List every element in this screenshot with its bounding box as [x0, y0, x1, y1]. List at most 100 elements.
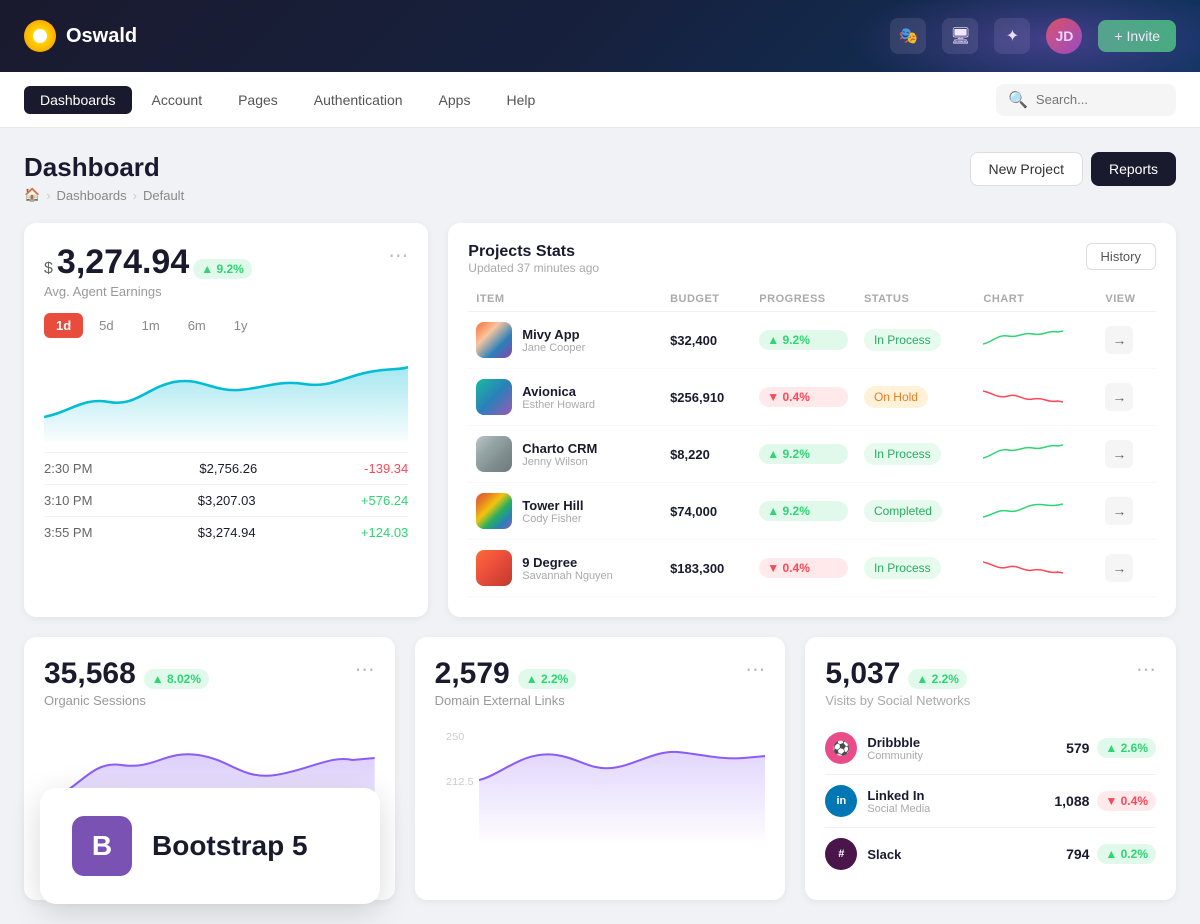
project-progress: ▼ 0.4%	[759, 558, 848, 578]
project-budget: $74,000	[670, 504, 717, 519]
earnings-more-button[interactable]: ⋯	[388, 243, 408, 268]
project-budget: $183,300	[670, 561, 724, 576]
organic-badge: ▲ 8.02%	[144, 669, 209, 689]
page-title: Dashboard	[24, 152, 184, 183]
dribbble-count: 579	[1066, 740, 1089, 756]
organic-value: 35,568	[44, 657, 136, 691]
bootstrap-text: Bootstrap 5	[152, 830, 308, 862]
table-row: Charto CRM Jenny Wilson $8,220 ▲ 9.2% In…	[468, 426, 1156, 483]
time-filter-1m[interactable]: 1m	[130, 313, 172, 338]
header-buttons: New Project Reports	[970, 152, 1177, 186]
domain-badge: ▲ 2.2%	[518, 669, 577, 689]
view-button[interactable]: →	[1105, 440, 1133, 468]
search-area[interactable]: 🔍	[996, 84, 1176, 116]
tab-authentication[interactable]: Authentication	[298, 86, 419, 114]
monitor-icon-btn[interactable]: 🖥	[942, 18, 978, 54]
view-button[interactable]: →	[1105, 326, 1133, 354]
table-row: Mivy App Jane Cooper $32,400 ▲ 9.2% In P…	[468, 312, 1156, 369]
table-row: 9 Degree Savannah Nguyen $183,300 ▼ 0.4%…	[468, 540, 1156, 597]
social-networks-card: 5,037 ▲ 2.2% Visits by Social Networks ⋯…	[805, 637, 1176, 900]
social-badge: ▲ 2.2%	[908, 669, 967, 689]
breadcrumb-default[interactable]: Default	[143, 188, 184, 203]
top-navigation: Oswald 🎭 🖥 ✦ JD + Invite	[0, 0, 1200, 72]
organic-label: Organic Sessions	[44, 693, 209, 708]
linkedin-badge: ▼ 0.4%	[1097, 791, 1156, 811]
slack-name: Slack	[867, 847, 1066, 862]
organic-more-button[interactable]: ⋯	[355, 657, 375, 682]
domain-value: 2,579	[435, 657, 510, 691]
time-filter-1d[interactable]: 1d	[44, 313, 83, 338]
earnings-amount-section: $ 3,274.94 ▲ 9.2% Avg. Agent Earnings	[44, 243, 252, 299]
domain-links-card: 2,579 ▲ 2.2% Domain External Links ⋯ 25	[415, 637, 786, 900]
domain-chart: 250 212.5	[435, 720, 766, 840]
row-change: +576.24	[361, 493, 408, 508]
project-owner: Esther Howard	[522, 399, 595, 411]
project-budget: $8,220	[670, 447, 710, 462]
time-filter-1y[interactable]: 1y	[222, 313, 260, 338]
social-label: Visits by Social Networks	[825, 693, 970, 708]
project-icon	[476, 550, 512, 586]
logo-icon	[24, 20, 56, 52]
breadcrumb-dashboards[interactable]: Dashboards	[57, 188, 127, 203]
tab-pages[interactable]: Pages	[222, 86, 294, 114]
nav-right: 🎭 🖥 ✦ JD + Invite	[890, 18, 1176, 54]
invite-button[interactable]: + Invite	[1098, 20, 1176, 52]
history-button[interactable]: History	[1086, 243, 1156, 270]
search-icon: 🔍	[1008, 90, 1028, 110]
reports-button[interactable]: Reports	[1091, 152, 1176, 186]
project-name: 9 Degree	[522, 555, 613, 570]
dribbble-icon: ⚽	[825, 732, 857, 764]
tab-apps[interactable]: Apps	[423, 86, 487, 114]
data-row: 3:10 PM $3,207.03 +576.24	[44, 484, 408, 516]
social-value: 5,037	[825, 657, 900, 691]
time-filters: 1d 5d 1m 6m 1y	[44, 313, 408, 338]
row-change: -139.34	[364, 461, 408, 476]
time-filter-6m[interactable]: 6m	[176, 313, 218, 338]
col-item: ITEM	[468, 287, 662, 312]
data-row: 2:30 PM $2,756.26 -139.34	[44, 452, 408, 484]
dribbble-name: Dribbble	[867, 735, 1066, 750]
row-time: 3:10 PM	[44, 493, 92, 508]
search-input[interactable]	[1036, 92, 1164, 107]
row-time: 3:55 PM	[44, 525, 92, 540]
project-owner: Cody Fisher	[522, 513, 583, 525]
project-progress: ▲ 9.2%	[759, 330, 848, 350]
project-progress: ▼ 0.4%	[759, 387, 848, 407]
data-row: 3:55 PM $3,274.94 +124.03	[44, 516, 408, 548]
breadcrumb-home[interactable]: 🏠	[24, 187, 40, 203]
social-row-linkedin: in Linked In Social Media 1,088 ▼ 0.4%	[825, 775, 1156, 828]
view-button[interactable]: →	[1105, 554, 1133, 582]
view-button[interactable]: →	[1105, 383, 1133, 411]
share-icon-btn[interactable]: ✦	[994, 18, 1030, 54]
social-more-button[interactable]: ⋯	[1136, 657, 1156, 682]
col-chart: CHART	[975, 287, 1097, 312]
table-row: Tower Hill Cody Fisher $74,000 ▲ 9.2% Co…	[468, 483, 1156, 540]
tab-dashboards[interactable]: Dashboards	[24, 86, 132, 114]
social-row-slack: # Slack 794 ▲ 0.2%	[825, 828, 1156, 880]
earnings-value: 3,274.94	[57, 243, 189, 282]
tab-help[interactable]: Help	[490, 86, 551, 114]
domain-label: Domain External Links	[435, 693, 577, 708]
project-icon	[476, 436, 512, 472]
new-project-button[interactable]: New Project	[970, 152, 1083, 186]
projects-header: Projects Stats Updated 37 minutes ago Hi…	[468, 243, 1156, 275]
projects-stats-card: Projects Stats Updated 37 minutes ago Hi…	[448, 223, 1176, 617]
user-avatar[interactable]: JD	[1046, 18, 1082, 54]
slack-count: 794	[1066, 846, 1089, 862]
tab-account[interactable]: Account	[136, 86, 219, 114]
page-header-left: Dashboard 🏠 › Dashboards › Default	[24, 152, 184, 203]
project-name: Charto CRM	[522, 441, 597, 456]
row-amount: $3,207.03	[198, 493, 256, 508]
project-budget: $256,910	[670, 390, 724, 405]
time-filter-5d[interactable]: 5d	[87, 313, 125, 338]
col-status: STATUS	[856, 287, 975, 312]
logo-name: Oswald	[66, 25, 137, 48]
linkedin-name: Linked In	[867, 788, 1054, 803]
view-button[interactable]: →	[1105, 497, 1133, 525]
main-content: Dashboard 🏠 › Dashboards › Default New P…	[0, 128, 1200, 924]
camera-icon-btn[interactable]: 🎭	[890, 18, 926, 54]
projects-updated: Updated 37 minutes ago	[468, 261, 599, 275]
breadcrumb: 🏠 › Dashboards › Default	[24, 187, 184, 203]
project-budget: $32,400	[670, 333, 717, 348]
domain-more-button[interactable]: ⋯	[745, 657, 765, 682]
